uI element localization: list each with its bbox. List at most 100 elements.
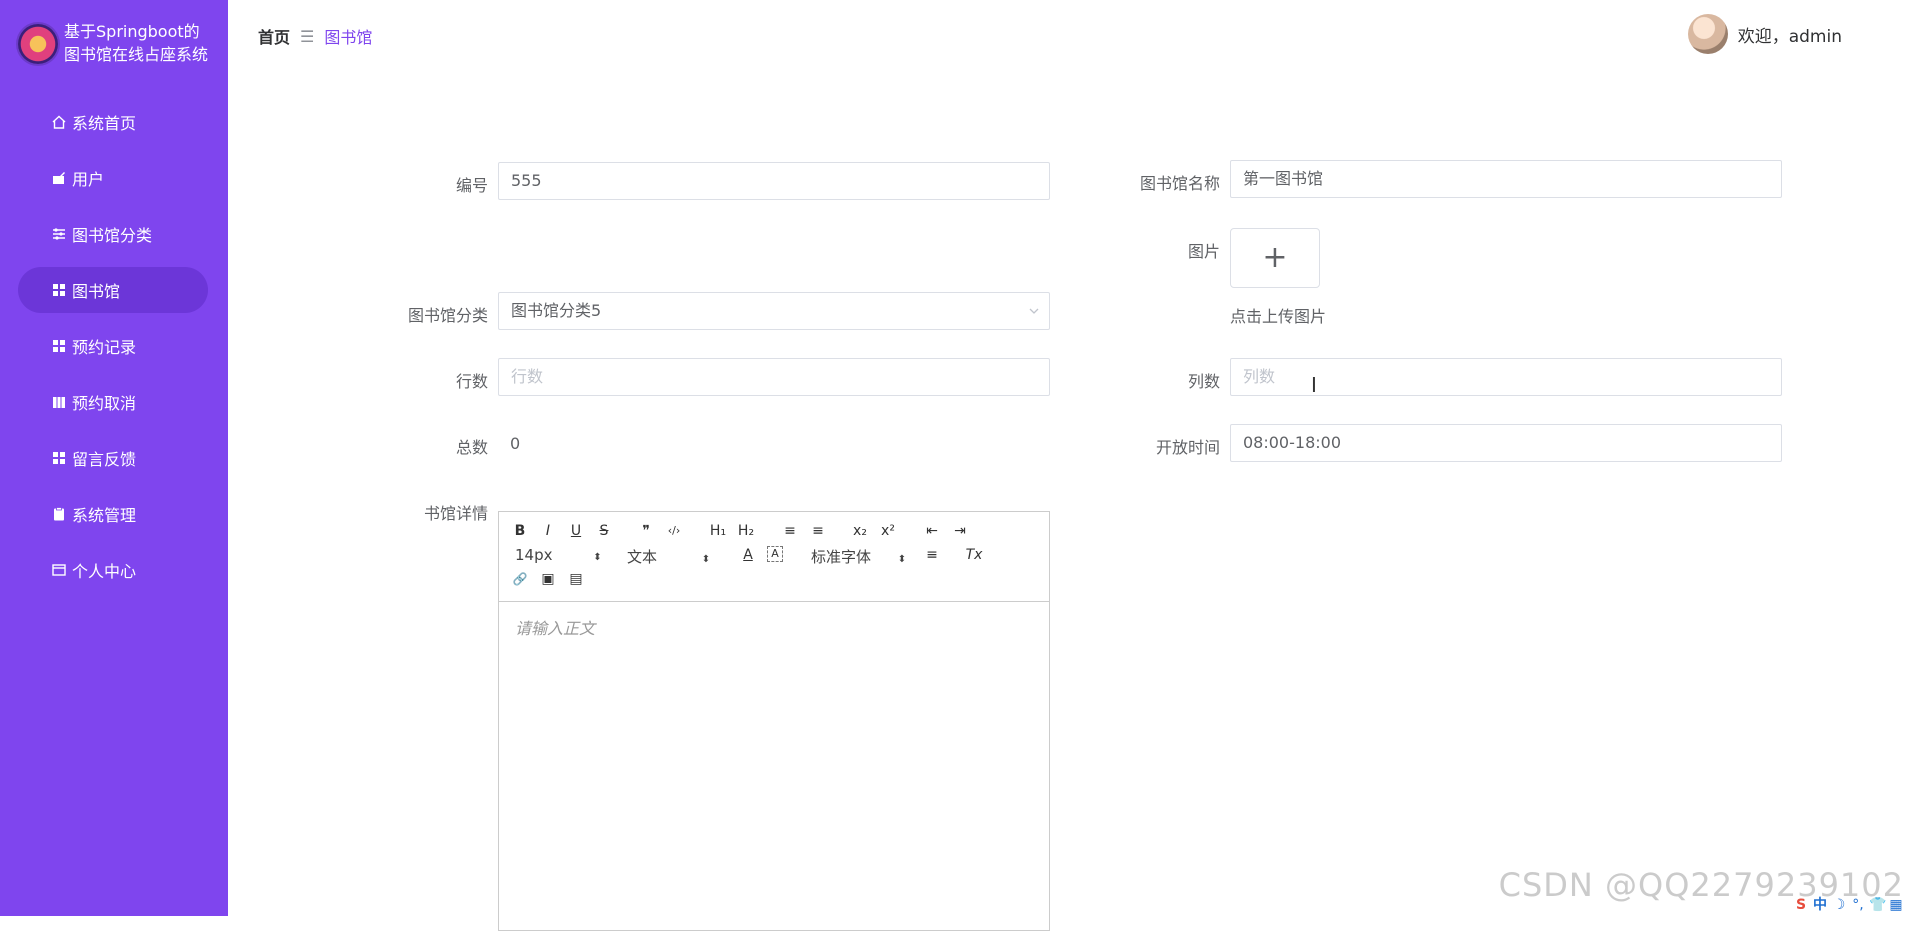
rows-label: 行数: [455, 372, 488, 391]
header: 首页 ☰ 图书馆 欢迎，admin: [228, 0, 1912, 70]
moon-icon[interactable]: ☽: [1831, 897, 1847, 913]
rows-input[interactable]: 行数: [498, 358, 1050, 396]
number-label: 编号: [455, 176, 488, 195]
video-icon[interactable]: ▤: [567, 570, 585, 588]
sidebar-item-user[interactable]: 用户: [18, 155, 208, 201]
paragraph-select[interactable]: 文本 ⬍: [627, 546, 710, 567]
font-size-select[interactable]: 14px ⬍: [515, 546, 602, 564]
text-cursor-icon: I: [1311, 373, 1317, 397]
bars-icon: [50, 393, 68, 411]
font-size-value: 14px: [515, 546, 553, 564]
align-icon[interactable]: ≡: [923, 546, 941, 564]
sidebar-item-label: 留言反馈: [72, 450, 137, 469]
subscript-button[interactable]: x₂: [851, 522, 869, 540]
toolbox-icon[interactable]: ▦: [1888, 897, 1904, 913]
sliders-icon: [50, 225, 68, 243]
image-icon[interactable]: ▣: [539, 570, 557, 588]
superscript-button[interactable]: x²: [879, 522, 897, 540]
total-value: 0: [510, 434, 521, 453]
category-label: 图书馆分类: [407, 306, 488, 325]
detail-label: 书馆详情: [423, 504, 488, 523]
rich-text-editor: B I U S ❞ ‹/› H₁ H₂ ≡ ≡ x₂ x² ⇤ ⇥ 14px ⬍…: [498, 511, 1050, 931]
font-color-icon[interactable]: A: [739, 546, 757, 564]
library-name-input[interactable]: 第一图书馆: [1230, 160, 1782, 198]
chevron-down-icon: [1029, 308, 1039, 314]
total-label: 总数: [455, 438, 488, 457]
sidebar-item-label: 用户: [72, 170, 105, 189]
outdent-icon[interactable]: ⇤: [923, 522, 941, 540]
library-name-label: 图书馆名称: [1139, 174, 1220, 193]
sidebar-item-library-category[interactable]: 图书馆分类: [18, 211, 208, 257]
plus-icon: +: [1262, 240, 1288, 275]
number-input[interactable]: 555: [498, 162, 1050, 200]
italic-button[interactable]: I: [539, 522, 557, 540]
sidebar-item-label: 预约取消: [72, 394, 137, 413]
font-family-select[interactable]: 标准字体 ⬍: [811, 546, 906, 567]
font-family-value: 标准字体: [811, 548, 872, 566]
sidebar: 基于Springboot的 图书馆在线占座系统 系统首页 用户 图书馆分类 图书…: [0, 0, 228, 916]
card-icon: [50, 561, 68, 579]
sidebar-item-label: 图书馆分类: [72, 226, 153, 245]
quote-icon[interactable]: ❞: [637, 522, 655, 540]
grid-icon: [50, 281, 68, 299]
h1-button[interactable]: H₁: [709, 522, 727, 540]
skin-icon[interactable]: 👕: [1869, 897, 1886, 913]
image-label: 图片: [1187, 242, 1220, 261]
select-arrows-icon: ⬍: [593, 552, 602, 563]
ordered-list-icon[interactable]: ≡: [781, 522, 799, 540]
indent-icon[interactable]: ⇥: [951, 522, 969, 540]
brand-title-line1: 基于Springboot的: [64, 22, 200, 41]
grid-icon: [50, 337, 68, 355]
clipboard-icon: [50, 505, 68, 523]
strike-button[interactable]: S: [595, 522, 613, 540]
chinese-mode-icon[interactable]: 中: [1812, 897, 1828, 913]
grid-icon: [50, 449, 68, 467]
sidebar-item-feedback[interactable]: 留言反馈: [18, 435, 208, 481]
app-logo: [18, 24, 58, 64]
breadcrumb-home[interactable]: 首页: [258, 24, 290, 48]
bullet-list-icon[interactable]: ≡: [809, 522, 827, 540]
paragraph-value: 文本: [627, 548, 658, 566]
user-info[interactable]: 欢迎，admin: [1687, 14, 1842, 54]
sidebar-item-label: 图书馆: [72, 282, 121, 301]
punctuation-icon[interactable]: °,: [1850, 897, 1866, 913]
sidebar-item-reservation-records[interactable]: 预约记录: [18, 323, 208, 369]
underline-button[interactable]: U: [567, 522, 585, 540]
open-time-input[interactable]: 08:00-18:00: [1230, 424, 1782, 462]
cols-label: 列数: [1187, 372, 1220, 391]
category-selected-value: 图书馆分类5: [511, 301, 602, 320]
sidebar-item-library[interactable]: 图书馆: [18, 267, 208, 313]
sidebar-item-label: 系统管理: [72, 506, 137, 525]
user-icon: [50, 169, 68, 187]
background-color-icon[interactable]: A: [767, 546, 783, 562]
sidebar-item-label: 系统首页: [72, 114, 137, 133]
breadcrumb: 首页 ☰ 图书馆: [258, 24, 372, 48]
editor-toolbar: B I U S ❞ ‹/› H₁ H₂ ≡ ≡ x₂ x² ⇤ ⇥ 14px ⬍…: [499, 512, 1049, 602]
upload-hint: 点击上传图片: [1230, 307, 1327, 326]
sogou-icon[interactable]: S: [1793, 897, 1809, 913]
code-icon[interactable]: ‹/›: [665, 522, 683, 540]
brand: 基于Springboot的 图书馆在线占座系统: [18, 20, 224, 72]
link-icon[interactable]: 🔗: [511, 570, 529, 588]
select-arrows-icon: ⬍: [897, 554, 907, 565]
h2-button[interactable]: H₂: [737, 522, 755, 540]
clear-format-icon[interactable]: Tx: [965, 546, 983, 564]
sidebar-item-reservation-cancel[interactable]: 预约取消: [18, 379, 208, 425]
system-tray: S 中 ☽ °, 👕 ▦: [1793, 894, 1904, 916]
sidebar-item-personal-center[interactable]: 个人中心: [18, 547, 208, 593]
menu-toggle-icon[interactable]: ☰: [300, 27, 314, 46]
editor-content[interactable]: 请输入正文: [515, 615, 595, 639]
home-icon: [50, 113, 68, 131]
avatar[interactable]: [1687, 14, 1728, 54]
sidebar-item-home[interactable]: 系统首页: [18, 99, 208, 145]
sidebar-item-system-management[interactable]: 系统管理: [18, 491, 208, 537]
brand-title: 基于Springboot的 图书馆在线占座系统: [64, 20, 228, 66]
breadcrumb-current: 图书馆: [324, 28, 373, 47]
welcome-text: 欢迎，admin: [1737, 26, 1842, 47]
sidebar-item-label: 预约记录: [72, 338, 137, 357]
bold-button[interactable]: B: [511, 522, 529, 540]
image-upload-button[interactable]: +: [1230, 228, 1320, 288]
sidebar-menu: 系统首页 用户 图书馆分类 图书馆 预约记录 预约取消 留言反馈 系统管理 个人…: [18, 99, 208, 603]
select-arrows-icon: ⬍: [701, 554, 711, 565]
category-select[interactable]: 图书馆分类5: [498, 292, 1050, 330]
